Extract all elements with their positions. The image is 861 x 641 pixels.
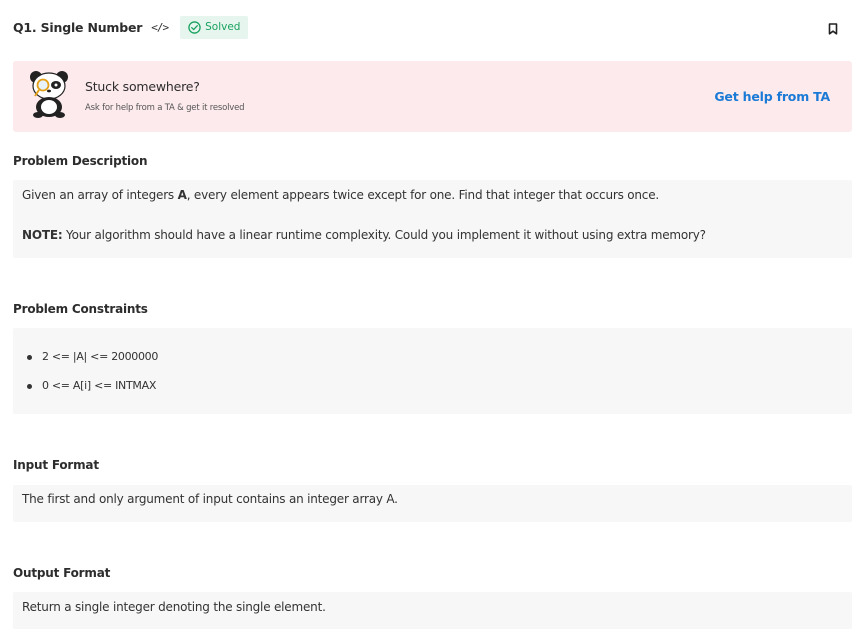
problem-page: Q1. Single Number </> Solved Stuck somew… — [0, 0, 861, 641]
status-badge: Solved — [180, 15, 249, 39]
bookmark-icon[interactable] — [828, 20, 838, 39]
help-title: Stuck somewhere? — [85, 79, 200, 94]
help-subtitle: Ask for help from a TA & get it resolved — [85, 103, 245, 113]
constraint-item: 2 <= |A| <= 2000000 — [26, 350, 159, 363]
note-text: NOTE: Your algorithm should have a linea… — [22, 228, 706, 242]
output-format-box: Return a single integer denoting the sin… — [13, 592, 852, 629]
description-text-bold: A — [177, 188, 187, 202]
constraint-item: 0 <= A[i] <= INTMAX — [26, 379, 157, 392]
description-box: Given an array of integers A, every elem… — [13, 180, 852, 258]
input-format-box: The first and only argument of input con… — [13, 485, 852, 522]
description-heading: Problem Description — [13, 154, 148, 168]
help-banner: Stuck somewhere? Ask for help from a TA … — [13, 61, 852, 132]
note-body: Your algorithm should have a linear runt… — [62, 228, 706, 242]
description-text-part: , every element appears twice except for… — [186, 188, 659, 202]
code-icon[interactable]: </> — [151, 21, 169, 34]
input-format-heading: Input Format — [13, 458, 99, 472]
panda-mascot-icon — [30, 71, 68, 118]
problem-title: Q1. Single Number — [13, 19, 143, 35]
description-text: Given an array of integers A, every elem… — [22, 188, 659, 202]
constraints-heading: Problem Constraints — [13, 302, 148, 316]
description-text-part: Given an array of integers — [22, 188, 178, 202]
status-label: Solved — [205, 21, 241, 33]
constraints-box: 2 <= |A| <= 2000000 0 <= A[i] <= INTMAX — [13, 328, 852, 414]
input-format-text: The first and only argument of input con… — [22, 492, 398, 506]
note-label: NOTE: — [22, 228, 63, 242]
output-format-text: Return a single integer denoting the sin… — [22, 600, 326, 614]
problem-header: Q1. Single Number </> Solved — [13, 15, 848, 39]
output-format-heading: Output Format — [13, 566, 111, 580]
check-circle-icon — [188, 20, 201, 34]
get-help-link[interactable]: Get help from TA — [714, 89, 830, 104]
